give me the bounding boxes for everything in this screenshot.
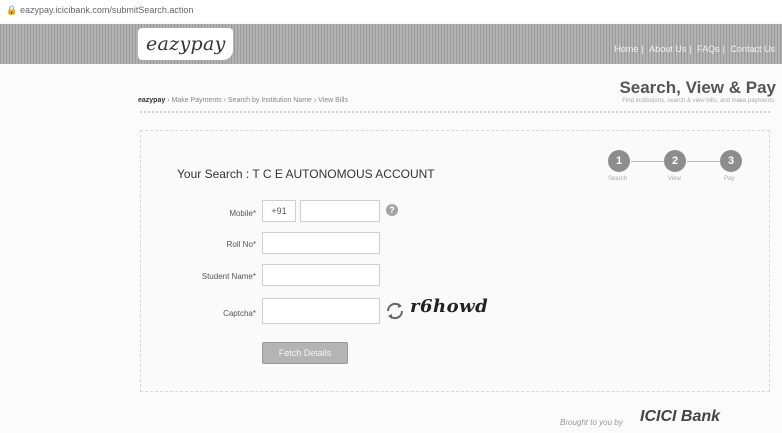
page-subtitle: Find institutions, search & view bills, …	[622, 98, 774, 104]
nav-contact[interactable]: Contact Us	[730, 44, 775, 54]
your-search-heading: Your Search : T C E AUTONOMOUS ACCOUNT	[177, 167, 435, 181]
logo-text: eazypay	[146, 33, 226, 55]
step-3: 3	[720, 150, 742, 172]
institution-name: T C E AUTONOMOUS ACCOUNT	[252, 167, 435, 181]
page-title: Search, View & Pay	[619, 78, 776, 97]
browser-address-bar[interactable]: 🔒 eazypay.icicibank.com/submitSearch.act…	[0, 0, 782, 22]
roll-no-label: Roll No*	[226, 240, 256, 249]
your-search-prefix: Your Search :	[177, 167, 253, 181]
breadcrumb: eazypay › Make Payments › Search by Inst…	[138, 97, 348, 104]
mobile-label: Mobile*	[229, 209, 256, 218]
icici-bank-name: ICICI Bank	[640, 408, 721, 425]
help-icon[interactable]: ?	[386, 204, 398, 216]
lock-icon: 🔒	[6, 5, 18, 15]
step-2-label: View	[668, 176, 681, 182]
captcha-input[interactable]	[262, 298, 380, 324]
eazypay-logo[interactable]: eazypay	[138, 28, 233, 60]
refresh-captcha-icon[interactable]	[384, 300, 406, 322]
breadcrumb-path[interactable]: › Make Payments › Search by Institution …	[167, 97, 348, 104]
captcha-image-text: r6howd	[410, 296, 489, 317]
nav-home[interactable]: Home	[614, 44, 638, 54]
breadcrumb-root[interactable]: eazypay	[138, 97, 165, 104]
nav-about[interactable]: About Us	[649, 44, 686, 54]
icici-bank-logo: ICICI Bank	[640, 408, 720, 426]
mobile-input[interactable]	[300, 200, 380, 222]
url-text[interactable]: eazypay.icicibank.com/submitSearch.actio…	[20, 5, 193, 15]
country-code: +91	[262, 200, 296, 222]
step-3-label: Pay	[724, 176, 735, 182]
step-2: 2	[664, 150, 686, 172]
captcha-label: Captcha*	[223, 309, 256, 318]
step-connector	[631, 161, 664, 162]
step-1: 1	[608, 150, 630, 172]
step-1-label: Search	[608, 176, 628, 182]
top-navigation: Home | About Us | FAQs | Contact Us	[614, 44, 775, 54]
nav-faqs[interactable]: FAQs	[697, 44, 720, 54]
brought-by-text: Brought to you by	[560, 418, 623, 427]
divider	[140, 111, 770, 113]
student-name-input[interactable]	[262, 264, 380, 286]
fetch-details-button[interactable]: Fetch Details	[262, 342, 348, 364]
roll-no-input[interactable]	[262, 232, 380, 254]
step-connector	[687, 161, 720, 162]
student-name-label: Student Name*	[201, 272, 256, 281]
